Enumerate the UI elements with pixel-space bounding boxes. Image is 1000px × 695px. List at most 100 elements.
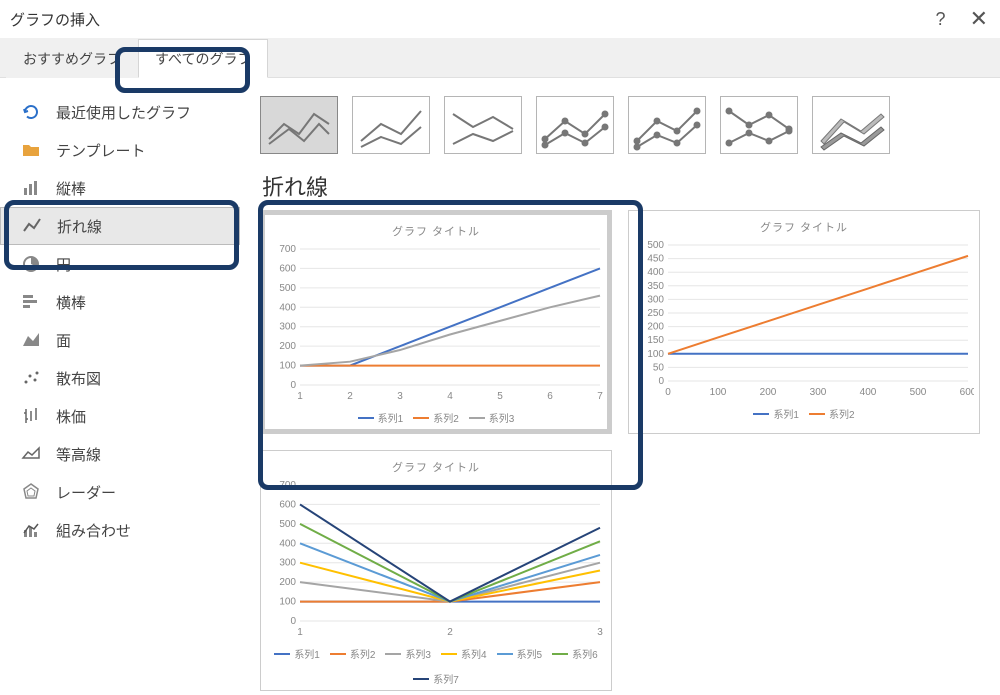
chart-type-sidebar: 最近使用したグラフテンプレート縦棒折れ線円横棒面散布図株価等高線レーダー組み合わ…	[0, 78, 240, 695]
sidebar-item-label: 面	[56, 330, 71, 351]
svg-text:250: 250	[647, 308, 664, 319]
subtype-100-stacked-line[interactable]	[444, 96, 522, 154]
section-title: 折れ線	[262, 170, 990, 202]
sidebar-item-templates[interactable]: テンプレート	[0, 131, 240, 169]
sidebar-item-bar[interactable]: 横棒	[0, 283, 240, 321]
svg-text:700: 700	[279, 244, 296, 255]
chart-previews: グラフ タイトル01002003004005006007001234567系列1…	[260, 210, 990, 691]
legend-item: 系列3	[385, 646, 431, 661]
sidebar-item-label: レーダー	[56, 482, 116, 503]
sidebar-item-column[interactable]: 縦棒	[0, 169, 240, 207]
svg-text:350: 350	[647, 281, 664, 292]
svg-text:3: 3	[597, 627, 603, 638]
sidebar-item-label: 等高線	[56, 444, 101, 465]
svg-text:0: 0	[290, 380, 296, 391]
column-chart-icon	[20, 177, 42, 199]
chart-legend: 系列1系列2系列3	[358, 410, 515, 425]
tab-all-charts[interactable]: すべてのグラフ	[138, 39, 268, 78]
chart-plot: 01002003004005006007001234567	[266, 243, 606, 406]
sidebar-item-label: 最近使用したグラフ	[56, 102, 191, 123]
area-chart-icon	[20, 329, 42, 351]
svg-text:200: 200	[760, 387, 777, 398]
stock-chart-icon	[20, 405, 42, 427]
subtype-3d-line[interactable]	[812, 96, 890, 154]
subtype-100-stacked-line-markers[interactable]	[720, 96, 798, 154]
bar-chart-icon	[20, 291, 42, 313]
chart-preview-card[interactable]: グラフ タイトル01002003004005006007001234567系列1…	[260, 210, 612, 434]
svg-text:1: 1	[297, 391, 303, 402]
svg-text:200: 200	[647, 322, 664, 333]
chart-preview-card[interactable]: グラフ タイトル05010015020025030035040045050001…	[628, 210, 980, 434]
subtype-stacked-line[interactable]	[352, 96, 430, 154]
legend-item: 系列5	[497, 646, 543, 661]
chart-title: グラフ タイトル	[392, 223, 480, 239]
surface-chart-icon	[20, 443, 42, 465]
svg-text:500: 500	[647, 240, 664, 251]
svg-text:600: 600	[960, 387, 974, 398]
tab-recommended[interactable]: おすすめグラフ	[6, 39, 138, 78]
svg-text:6: 6	[547, 391, 553, 402]
sidebar-item-scatter[interactable]: 散布図	[0, 359, 240, 397]
legend-item: 系列1	[358, 410, 404, 425]
close-icon[interactable]: ✕	[970, 8, 988, 30]
legend-item: 系列2	[413, 410, 459, 425]
sidebar-item-label: テンプレート	[56, 140, 146, 161]
sidebar-item-label: 横棒	[56, 292, 86, 313]
pie-chart-icon	[20, 253, 42, 275]
svg-text:200: 200	[279, 341, 296, 352]
svg-text:400: 400	[647, 267, 664, 278]
subtype-line-markers[interactable]	[536, 96, 614, 154]
svg-text:700: 700	[279, 480, 296, 491]
tab-label: すべてのグラフ	[155, 49, 251, 69]
help-icon[interactable]: ?	[936, 10, 946, 28]
legend-item: 系列6	[552, 646, 598, 661]
svg-text:1: 1	[297, 627, 303, 638]
title-bar: グラフの挿入 ? ✕	[0, 0, 1000, 38]
chart-title: グラフ タイトル	[392, 459, 480, 475]
svg-text:0: 0	[290, 616, 296, 627]
svg-text:100: 100	[279, 597, 296, 608]
window-title: グラフの挿入	[10, 9, 100, 30]
svg-text:600: 600	[279, 499, 296, 510]
svg-text:0: 0	[665, 387, 671, 398]
svg-text:100: 100	[647, 349, 664, 360]
svg-text:500: 500	[279, 519, 296, 530]
main-panel: 折れ線 グラフ タイトル0100200300400500600700123456…	[240, 78, 1000, 695]
svg-text:2: 2	[347, 391, 353, 402]
sidebar-item-radar[interactable]: レーダー	[0, 473, 240, 511]
svg-text:400: 400	[279, 538, 296, 549]
sidebar-item-surface[interactable]: 等高線	[0, 435, 240, 473]
svg-text:500: 500	[910, 387, 927, 398]
subtype-line[interactable]	[260, 96, 338, 154]
sidebar-item-label: 組み合わせ	[56, 520, 131, 541]
sidebar-item-label: 株価	[56, 406, 86, 427]
tab-bar: おすすめグラフ すべてのグラフ	[0, 38, 1000, 78]
svg-text:0: 0	[658, 376, 664, 387]
sidebar-item-area[interactable]: 面	[0, 321, 240, 359]
sidebar-item-label: 縦棒	[56, 178, 86, 199]
svg-text:300: 300	[647, 294, 664, 305]
scatter-chart-icon	[20, 367, 42, 389]
svg-text:100: 100	[710, 387, 727, 398]
svg-text:5: 5	[497, 391, 503, 402]
svg-text:450: 450	[647, 254, 664, 265]
line-chart-icon	[21, 215, 43, 237]
legend-item: 系列1	[274, 646, 320, 661]
sidebar-item-stock[interactable]: 株価	[0, 397, 240, 435]
chart-subtype-row	[260, 96, 990, 154]
svg-text:7: 7	[597, 391, 603, 402]
svg-text:2: 2	[447, 627, 453, 638]
svg-text:300: 300	[810, 387, 827, 398]
sidebar-item-recent[interactable]: 最近使用したグラフ	[0, 93, 240, 131]
svg-text:300: 300	[279, 558, 296, 569]
chart-preview-card[interactable]: グラフ タイトル0100200300400500600700123系列1系列2系…	[260, 450, 612, 691]
subtype-stacked-line-markers[interactable]	[628, 96, 706, 154]
svg-text:50: 50	[653, 362, 665, 373]
svg-text:150: 150	[647, 335, 664, 346]
svg-text:100: 100	[279, 361, 296, 372]
chart-plot: 0100200300400500600700123	[266, 479, 606, 642]
sidebar-item-line[interactable]: 折れ線	[0, 207, 240, 245]
sidebar-item-combo[interactable]: 組み合わせ	[0, 511, 240, 549]
svg-text:500: 500	[279, 283, 296, 294]
sidebar-item-pie[interactable]: 円	[0, 245, 240, 283]
